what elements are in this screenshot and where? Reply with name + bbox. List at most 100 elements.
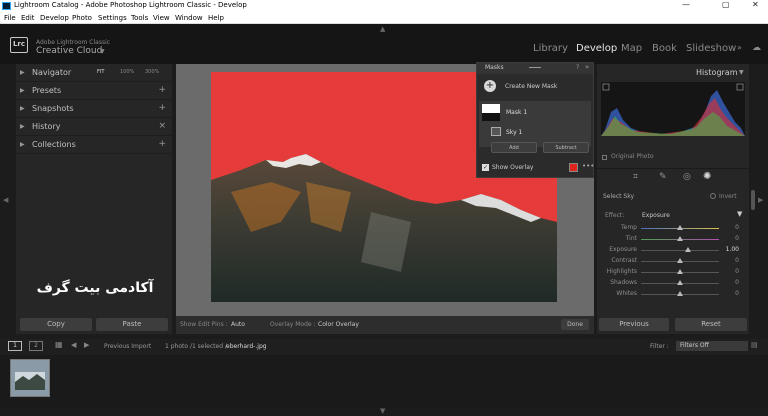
slider-value[interactable]: 0 [721, 268, 739, 275]
navigator-header[interactable]: ▶ Navigator FIT 100% 300% [16, 64, 172, 82]
edit-pins-dropdown[interactable]: Auto [231, 321, 245, 328]
zoom-300[interactable]: 300% [145, 69, 159, 75]
masking-tool-icon[interactable]: ✺ [703, 171, 711, 182]
collapse-triangle-icon[interactable]: ▼ [737, 210, 742, 218]
zoom-100[interactable]: 100% [120, 69, 134, 75]
effect-dropdown[interactable]: Exposure [642, 212, 670, 219]
crop-tool-icon[interactable]: ⌗ [633, 172, 638, 182]
slider-value[interactable]: 0 [721, 224, 739, 231]
screen-2-button[interactable]: 2 [29, 341, 43, 351]
more-options-icon[interactable]: ••• [582, 162, 594, 170]
left-panel-toggle-icon[interactable]: ◀ [3, 196, 8, 204]
slider-value[interactable]: 1.00 [721, 246, 739, 253]
slider-value[interactable]: 0 [721, 257, 739, 264]
previous-button[interactable]: Previous [599, 318, 669, 331]
drag-handle-icon[interactable] [529, 67, 541, 68]
slider-temp[interactable]: Temp 0 [603, 223, 743, 234]
add-preset-icon[interactable]: + [158, 85, 166, 95]
copy-button[interactable]: Copy [20, 318, 92, 331]
history-header[interactable]: ▶ History × [16, 118, 172, 136]
slider-shadows[interactable]: Shadows 0 [603, 278, 743, 289]
slider-contrast[interactable]: Contrast 0 [603, 256, 743, 267]
menu-help[interactable]: Help [208, 14, 224, 22]
slider-tint[interactable]: Tint 0 [603, 234, 743, 245]
panel-toggle-bottom-icon[interactable]: ▼ [380, 407, 385, 415]
zoom-fit[interactable]: FIT [97, 69, 104, 75]
cloud-sync-icon[interactable]: ☁ [752, 43, 761, 53]
add-collection-icon[interactable]: + [158, 139, 166, 149]
minimize-button[interactable]: — [682, 0, 690, 9]
screen-1-button[interactable]: 1 [8, 341, 22, 351]
slider-value[interactable]: 0 [721, 235, 739, 242]
source-label[interactable]: Previous Import [104, 343, 151, 350]
collapse-triangle-icon[interactable]: ▼ [739, 69, 744, 76]
show-overlay-checkbox[interactable]: ✓ [482, 164, 489, 171]
snapshots-header[interactable]: ▶ Snapshots + [16, 100, 172, 118]
slider-whites[interactable]: Whites 0 [603, 289, 743, 300]
clear-history-icon[interactable]: × [158, 121, 166, 131]
module-develop[interactable]: Develop [576, 43, 617, 54]
module-book[interactable]: Book [652, 43, 677, 54]
overlay-color-swatch[interactable] [569, 163, 578, 172]
menu-window[interactable]: Window [175, 14, 203, 22]
module-slideshow[interactable]: Slideshow [686, 43, 736, 54]
filter-dropdown[interactable]: Filters Off [676, 341, 748, 351]
module-map[interactable]: Map [621, 43, 642, 54]
menu-develop[interactable]: Develop [40, 14, 69, 22]
slider-thumb[interactable] [684, 247, 691, 252]
right-panel-scrollbar[interactable] [751, 190, 755, 210]
menu-tools[interactable]: Tools [131, 14, 148, 22]
add-snapshot-icon[interactable]: + [158, 103, 166, 113]
mask-thumbnail[interactable] [482, 104, 500, 121]
forward-arrow-icon[interactable]: ▶ [84, 341, 89, 349]
module-library[interactable]: Library [533, 43, 568, 54]
more-modules-icon[interactable]: » [737, 43, 742, 52]
red-eye-tool-icon[interactable]: ◎ [683, 172, 691, 182]
maximize-button[interactable]: ▢ [722, 0, 730, 9]
lock-icon[interactable]: ▤ [751, 341, 758, 349]
slider-thumb[interactable] [677, 269, 683, 274]
presets-header[interactable]: ▶ Presets + [16, 82, 172, 100]
chevron-down-icon[interactable]: ▼ [100, 48, 105, 55]
menu-settings[interactable]: Settings [98, 14, 127, 22]
subtract-mask-button[interactable]: Subtract [543, 142, 589, 153]
menu-photo[interactable]: Photo [72, 14, 92, 22]
slider-track[interactable] [641, 250, 719, 251]
back-arrow-icon[interactable]: ◀ [71, 341, 76, 349]
slider-highlights[interactable]: Highlights 0 [603, 267, 743, 278]
masks-titlebar[interactable]: Masks ? » [477, 63, 593, 74]
original-photo-checkbox[interactable] [602, 155, 607, 160]
help-icon[interactable]: ? [576, 64, 579, 71]
done-button[interactable]: Done [561, 319, 589, 330]
slider-thumb[interactable] [677, 280, 683, 285]
collapse-masks-icon[interactable]: » [585, 63, 589, 71]
slider-value[interactable]: 0 [721, 279, 739, 286]
invert-checkbox[interactable] [710, 193, 716, 199]
close-button[interactable]: ✕ [752, 0, 759, 9]
paste-button[interactable]: Paste [96, 318, 168, 331]
reset-button[interactable]: Reset [675, 318, 747, 331]
menu-view[interactable]: View [153, 14, 170, 22]
sky-component-icon[interactable] [491, 127, 501, 136]
plus-icon[interactable]: + [484, 80, 496, 92]
collections-header[interactable]: ▶ Collections + [16, 136, 172, 154]
slider-thumb[interactable] [677, 258, 683, 263]
mask-name[interactable]: Mask 1 [506, 109, 527, 116]
create-new-mask-button[interactable]: Create New Mask [505, 83, 557, 90]
menu-file[interactable]: File [4, 14, 16, 22]
healing-tool-icon[interactable]: ✎ [659, 172, 667, 182]
overlay-mode-dropdown[interactable]: Color Overlay [318, 321, 359, 328]
slider-thumb[interactable] [677, 291, 683, 296]
panel-toggle-top-icon[interactable]: ▲ [380, 25, 385, 33]
component-name[interactable]: Sky 1 [506, 129, 522, 136]
slider-thumb[interactable] [677, 225, 683, 230]
add-mask-button[interactable]: Add [491, 142, 537, 153]
grid-view-icon[interactable]: ▦ [55, 340, 63, 349]
filename-label[interactable]: eberhard-.jpg [226, 343, 267, 350]
right-panel-toggle-icon[interactable]: ▶ [758, 196, 763, 204]
slider-exposure[interactable]: Exposure 1.00 [603, 245, 743, 256]
slider-value[interactable]: 0 [721, 290, 739, 297]
filmstrip-thumbnail[interactable] [10, 359, 50, 397]
menu-edit[interactable]: Edit [21, 14, 35, 22]
slider-thumb[interactable] [677, 236, 683, 241]
